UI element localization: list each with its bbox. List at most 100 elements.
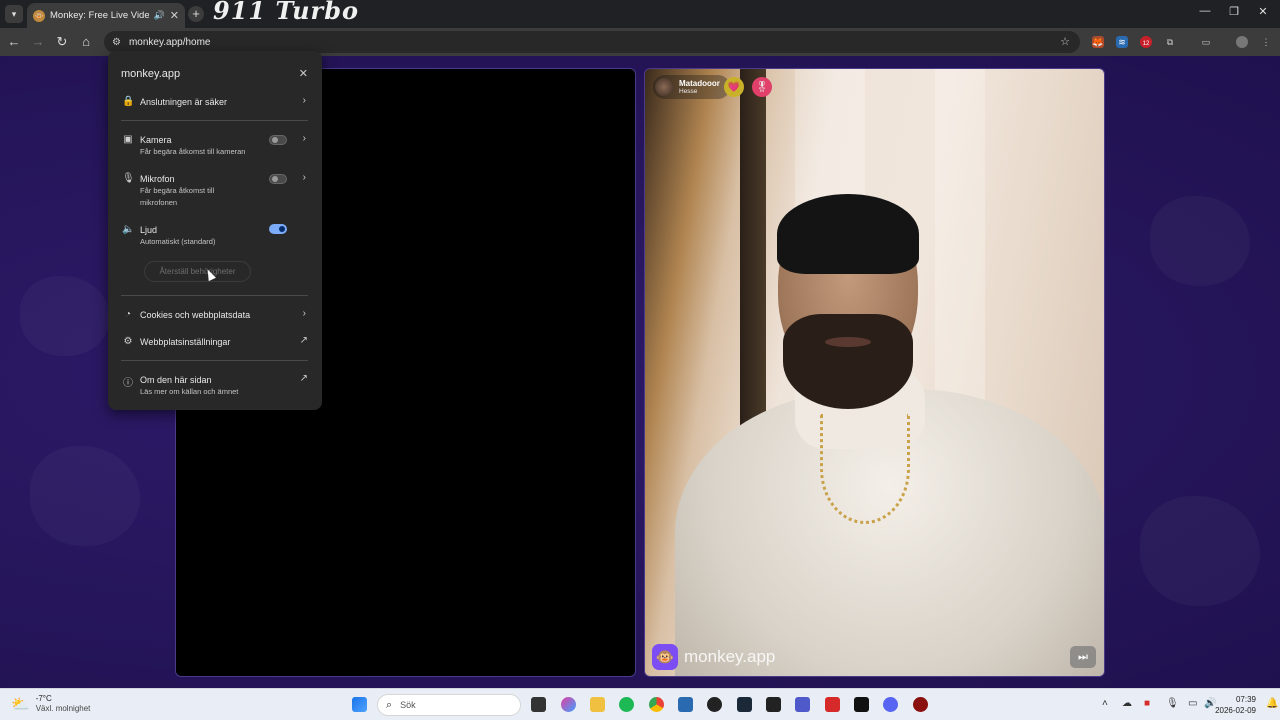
system-clock[interactable]: 07:39 2026-02-09 (1215, 694, 1256, 716)
task-view-icon[interactable] (531, 697, 546, 712)
popup-close-icon[interactable]: ✕ (299, 67, 308, 80)
browser-tab-active[interactable]: 🐵 Monkey: Free Live Video Ch 🔊 ✕ (27, 3, 185, 28)
avatar (655, 78, 673, 96)
gear-icon: ⚙ (123, 336, 133, 347)
camera-off-icon: ▣ (123, 134, 133, 145)
app-dark-red-icon[interactable] (913, 697, 928, 712)
skip-button[interactable]: ⏭ (1070, 646, 1096, 668)
divider (121, 360, 308, 361)
watermark-text: monkey.app (684, 647, 776, 666)
microphone-toggle[interactable] (269, 174, 287, 184)
tab-close-icon[interactable]: ✕ (170, 9, 179, 22)
external-link-icon: ↗ (299, 335, 308, 346)
cast-icon[interactable]: ▭ (1200, 36, 1212, 48)
app-icon[interactable] (766, 697, 781, 712)
url-text[interactable]: monkey.app/home (129, 37, 211, 48)
divider (121, 120, 308, 121)
extension-fox-icon[interactable]: 🦊 (1092, 36, 1104, 48)
extensions-puzzle-icon[interactable]: ⧉ (1164, 36, 1176, 48)
file-explorer-icon[interactable] (590, 697, 605, 712)
divider (121, 295, 308, 296)
title-bar: ▾ 🐵 Monkey: Free Live Video Ch 🔊 ✕ + 911… (0, 0, 1280, 28)
new-tab-button[interactable]: + (188, 6, 204, 22)
capcut-icon[interactable] (854, 697, 869, 712)
background-blob (1150, 196, 1250, 286)
taskbar-search[interactable]: ⌕ Sök (377, 694, 521, 716)
reset-permissions-button[interactable]: Återställ behörigheter (144, 261, 251, 282)
home-button[interactable]: ⌂ (78, 34, 94, 49)
clock-time: 07:39 (1235, 695, 1256, 704)
connection-label: Anslutningen är säker (140, 97, 228, 107)
mic-off-icon: 🎙 (122, 173, 135, 184)
person-beard (783, 314, 913, 409)
theme-banner-text: 911 Turbo (213, 0, 359, 25)
cookies-label: Cookies och webbplatsdata (140, 310, 251, 320)
person-mouth (825, 337, 871, 347)
tab-search-button[interactable]: ▾ (5, 5, 23, 23)
search-placeholder: Sök (400, 700, 416, 710)
app-window-icon[interactable] (678, 697, 693, 712)
info-icon: ⓘ (123, 378, 133, 389)
extension-signal-icon[interactable]: ≋ (1116, 36, 1128, 48)
weather-condition: Växl. molnighet (35, 704, 91, 713)
external-link-icon: ↗ (299, 373, 308, 384)
about-label: Om den här sidan (140, 375, 212, 385)
tray-mic-icon[interactable]: 🎙 (1166, 698, 1179, 709)
speaker-icon: 🔈 (122, 224, 135, 235)
notification-bell-icon[interactable]: 🔔 (1266, 698, 1278, 709)
background-blob (20, 276, 110, 356)
bookmark-star-icon[interactable]: ☆ (1060, 35, 1070, 48)
tray-network-icon[interactable]: ▭ (1188, 698, 1197, 709)
camera-label: Kamera (140, 135, 172, 145)
monkey-watermark: 🐵 monkey.app (652, 644, 775, 670)
background-blob (30, 446, 140, 546)
obs-icon[interactable] (707, 697, 722, 712)
reload-button[interactable]: ↻ (54, 34, 70, 50)
speaker-icon[interactable]: 🔊 (154, 10, 165, 21)
person-chain (820, 414, 910, 524)
forward-button[interactable]: → (30, 34, 46, 49)
tray-app-icon[interactable]: ■ (1144, 698, 1150, 709)
remote-user-name: Matadooor (679, 78, 720, 88)
monkey-logo-icon: 🐵 (652, 644, 678, 670)
sound-sub: Automatiskt (standard) (140, 237, 216, 246)
about-sub: Läs mer om källan och ämnet (140, 387, 239, 396)
sound-label: Ljud (140, 225, 158, 235)
chevron-right-icon: › (302, 308, 306, 319)
remote-video-panel: Matadooor Hesse 💗 🎖 🐵 monkey.app ⏭ (644, 68, 1105, 677)
background-blob (1140, 496, 1260, 606)
tab-title: Monkey: Free Live Video Ch (50, 10, 149, 21)
menu-icon[interactable]: ⋮ (1260, 36, 1272, 48)
camera-sub: Får begära åtkomst till kameran (140, 147, 246, 156)
site-info-popup: monkey.app ✕ 🔒 Anslutningen är säker › ▣… (108, 51, 322, 410)
spotify-icon[interactable] (619, 697, 634, 712)
camera-toggle[interactable] (269, 135, 287, 145)
copilot-icon[interactable] (561, 697, 576, 712)
window-close-button[interactable]: ✕ (1246, 5, 1280, 18)
sound-toggle[interactable] (269, 224, 287, 234)
chevron-right-icon[interactable]: › (303, 133, 306, 144)
microphone-sub: Får begära åtkomst till mikrofonen (140, 186, 215, 207)
app-red-icon[interactable] (825, 697, 840, 712)
steam-icon[interactable] (737, 697, 752, 712)
chrome-icon[interactable] (649, 697, 664, 712)
monkey-favicon-icon: 🐵 (33, 9, 45, 22)
discord-icon[interactable] (883, 697, 898, 712)
start-windows-icon[interactable] (352, 697, 367, 712)
site-info-icon[interactable]: ⚙ (112, 37, 121, 48)
medal-badge-icon[interactable]: 🎖 (752, 77, 772, 97)
chevron-right-icon: › (302, 95, 306, 106)
tray-cloud-icon[interactable]: ☁ (1122, 698, 1132, 709)
chevron-down-icon: ▾ (11, 8, 17, 19)
profile-avatar[interactable] (1236, 36, 1248, 48)
chevron-right-icon[interactable]: › (303, 172, 306, 183)
weather-widget[interactable]: ⛅ -7°C Växl. molnighet (11, 694, 90, 714)
extension-blocker-icon[interactable]: 12 (1140, 36, 1152, 48)
remote-user-chip[interactable]: Matadooor Hesse (653, 75, 730, 99)
heart-badge-icon[interactable]: 💗 (724, 77, 744, 97)
address-bar[interactable]: ⚙ monkey.app/home ☆ (104, 31, 1080, 53)
teams-icon[interactable] (795, 697, 810, 712)
clock-date: 2026-02-09 (1215, 706, 1256, 715)
back-button[interactable]: ← (6, 34, 22, 49)
tray-chevron-up-icon[interactable]: ˄ (1102, 698, 1108, 709)
